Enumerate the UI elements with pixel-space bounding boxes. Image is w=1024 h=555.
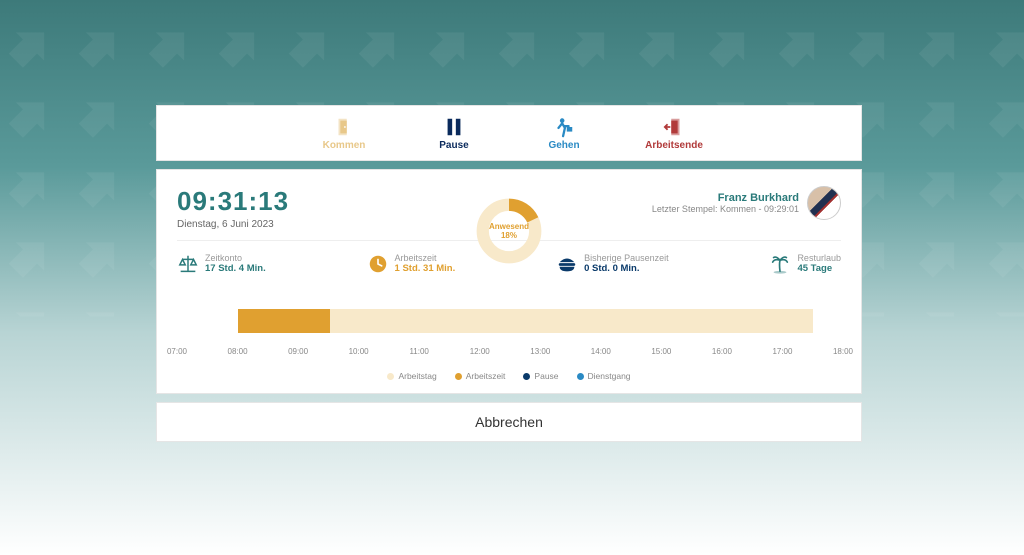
kommen-label: Kommen xyxy=(323,140,366,151)
stat-label: Bisherige Pausenzeit xyxy=(584,253,669,263)
door-out-icon xyxy=(663,116,685,138)
arbeitsende-button[interactable]: Arbeitsende xyxy=(644,116,704,151)
tick: 13:00 xyxy=(530,347,550,356)
stat-value: 45 Tage xyxy=(797,263,841,274)
legend-arbeitstag: Arbeitstag xyxy=(387,371,436,381)
stat-value: 17 Std. 4 Min. xyxy=(205,263,266,274)
stat-resturlaub: Resturlaub 45 Tage xyxy=(769,253,841,275)
main-panel: 09:31:13 Dienstag, 6 Juni 2023 Franz Bur… xyxy=(156,169,862,394)
stat-label: Arbeitszeit xyxy=(395,253,456,263)
arbeitsende-label: Arbeitsende xyxy=(645,140,703,151)
clock-date: Dienstag, 6 Juni 2023 xyxy=(177,219,289,230)
stat-pausenzeit: Bisherige Pausenzeit 0 Std. 0 Min. xyxy=(556,253,669,275)
legend-dienstgang: Dienstgang xyxy=(577,371,631,381)
stat-label: Zeitkonto xyxy=(205,253,266,263)
tick: 14:00 xyxy=(591,347,611,356)
stat-arbeitszeit: Arbeitszeit 1 Std. 31 Min. xyxy=(367,253,456,275)
stat-value: 0 Std. 0 Min. xyxy=(584,263,669,274)
timeline-ticks: 07:0008:0009:0010:0011:0012:0013:0014:00… xyxy=(177,347,841,367)
presence-donut: Anwesend 18% xyxy=(474,196,544,266)
kommen-button[interactable]: Kommen xyxy=(314,116,374,151)
pause-icon xyxy=(443,116,465,138)
cancel-label: Abbrechen xyxy=(475,414,543,430)
pause-button[interactable]: Pause xyxy=(424,116,484,151)
donut-label: Anwesend xyxy=(489,222,529,231)
legend-arbeitszeit: Arbeitszeit xyxy=(455,371,506,381)
timeline-legend: Arbeitstag Arbeitszeit Pause Dienstgang xyxy=(177,371,841,381)
cancel-button[interactable]: Abbrechen xyxy=(156,402,862,442)
stat-value: 1 Std. 31 Min. xyxy=(395,263,456,274)
balance-icon xyxy=(177,253,199,275)
tick: 16:00 xyxy=(712,347,732,356)
walk-icon xyxy=(553,116,575,138)
gehen-label: Gehen xyxy=(548,140,579,151)
clock-time: 09:31:13 xyxy=(177,186,289,217)
tick: 09:00 xyxy=(288,347,308,356)
user-name: Franz Burkhard xyxy=(652,192,799,204)
last-stamp: Letzter Stempel: Kommen - 09:29:01 xyxy=(652,204,799,214)
palm-icon xyxy=(769,253,791,275)
stat-label: Resturlaub xyxy=(797,253,841,263)
tick: 10:00 xyxy=(349,347,369,356)
tick: 15:00 xyxy=(651,347,671,356)
burger-icon xyxy=(556,253,578,275)
avatar xyxy=(807,186,841,220)
gehen-button[interactable]: Gehen xyxy=(534,116,594,151)
stat-zeitkonto: Zeitkonto 17 Std. 4 Min. xyxy=(177,253,266,275)
tick: 18:00 xyxy=(833,347,853,356)
timeline-worked xyxy=(238,309,330,333)
timeline-chart xyxy=(177,309,841,341)
door-in-icon xyxy=(333,116,355,138)
tick: 07:00 xyxy=(167,347,187,356)
pause-label: Pause xyxy=(439,140,468,151)
tick: 08:00 xyxy=(228,347,248,356)
user-area: Franz Burkhard Letzter Stempel: Kommen -… xyxy=(652,186,841,220)
tick: 17:00 xyxy=(772,347,792,356)
clock-icon xyxy=(367,253,389,275)
tick: 11:00 xyxy=(409,347,428,356)
action-bar: Kommen Pause Gehen Arbeitsende xyxy=(156,105,862,161)
donut-percent: 18% xyxy=(501,231,517,240)
legend-pause: Pause xyxy=(523,371,558,381)
tick: 12:00 xyxy=(470,347,490,356)
